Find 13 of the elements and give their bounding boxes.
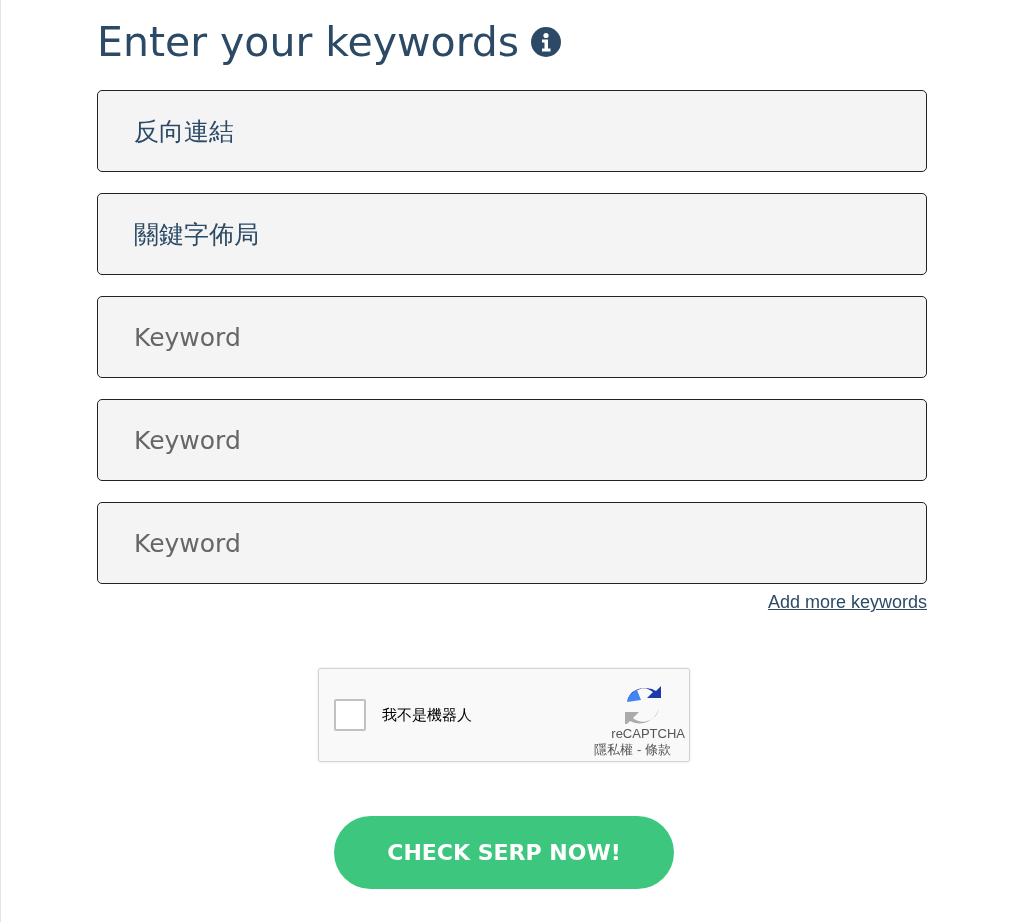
keyword-field[interactable]: 關鍵字佈局 bbox=[97, 193, 927, 275]
info-icon[interactable] bbox=[531, 27, 562, 57]
keyword-field[interactable]: Keyword bbox=[97, 296, 927, 378]
captcha-label: 我不是機器人 bbox=[382, 705, 473, 725]
privacy-terms-link[interactable]: 隱私權 - 條款 bbox=[594, 740, 671, 759]
heading-title: Enter your keywords bbox=[97, 17, 520, 68]
recaptcha-logo-icon bbox=[623, 685, 663, 724]
captcha-checkbox[interactable] bbox=[334, 699, 366, 731]
recaptcha-brand: reCAPTCHA bbox=[611, 725, 685, 741]
add-more-link[interactable]: Add more keywords bbox=[767, 592, 927, 613]
keyword-field[interactable]: 反向連結 bbox=[97, 90, 927, 172]
keyword-field[interactable]: Keyword bbox=[97, 399, 927, 481]
keyword-field[interactable]: Keyword bbox=[97, 502, 927, 584]
